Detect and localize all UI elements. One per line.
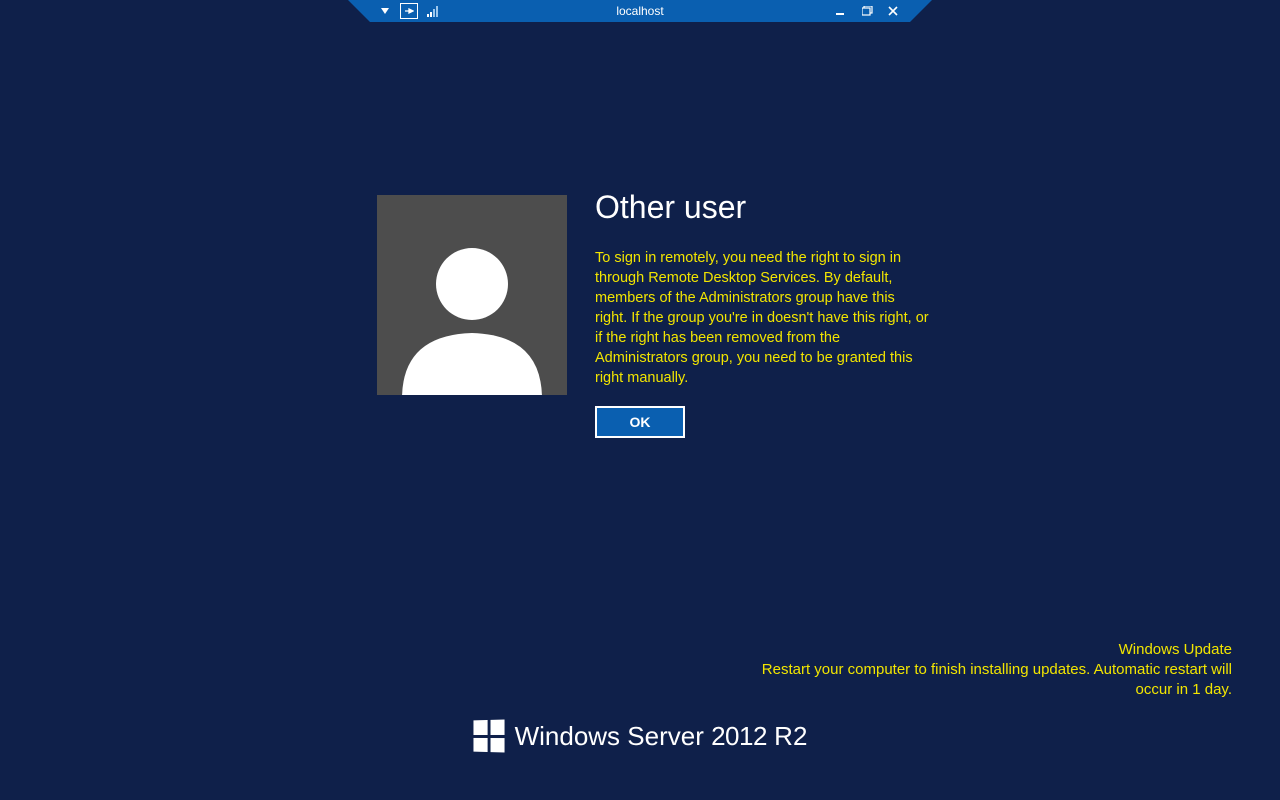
dropdown-icon[interactable] bbox=[376, 3, 394, 19]
signin-error-message: To sign in remotely, you need the right … bbox=[595, 248, 930, 388]
windows-logo-icon bbox=[473, 720, 504, 753]
close-icon[interactable] bbox=[884, 3, 902, 19]
login-message-panel: Other user To sign in remotely, you need… bbox=[377, 195, 930, 438]
ok-button[interactable]: OK bbox=[595, 406, 685, 438]
pin-icon[interactable] bbox=[400, 3, 418, 19]
rdp-connection-bar[interactable]: localhost bbox=[370, 0, 910, 22]
update-message: Restart your computer to finish installi… bbox=[752, 660, 1232, 700]
user-title: Other user bbox=[595, 189, 930, 226]
windows-update-notice: Windows Update Restart your computer to … bbox=[752, 640, 1232, 700]
connection-title: localhost bbox=[616, 4, 663, 18]
signal-icon bbox=[424, 3, 442, 19]
user-avatar-tile bbox=[377, 195, 567, 395]
update-title: Windows Update bbox=[752, 640, 1232, 660]
minimize-icon[interactable] bbox=[832, 3, 850, 19]
avatar-icon bbox=[392, 229, 552, 395]
restore-icon[interactable] bbox=[858, 3, 876, 19]
os-brand-text: Windows Server 2012 R2 bbox=[515, 721, 808, 752]
os-branding: Windows Server 2012 R2 bbox=[473, 720, 808, 752]
